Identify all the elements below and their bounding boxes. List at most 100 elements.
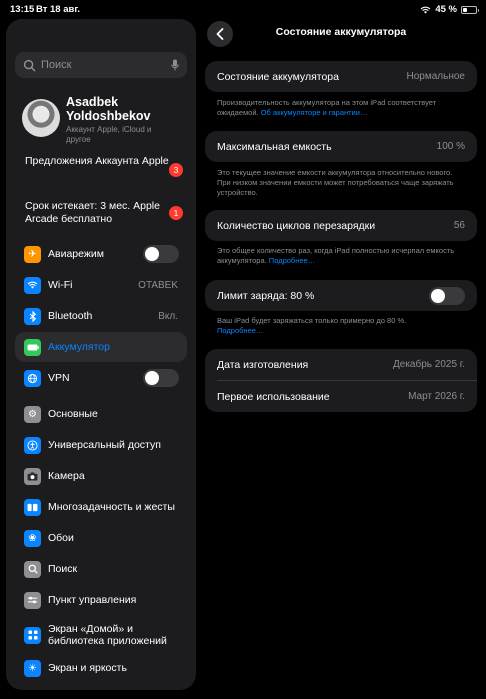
- sidebar-item-label: Универсальный доступ: [48, 439, 161, 451]
- sidebar-item-label: Пункт управления: [48, 594, 137, 606]
- gear-icon: ⚙: [24, 405, 41, 423]
- dates-card: Дата изготовления Декабрь 2025 г. Первое…: [205, 349, 477, 412]
- sidebar-item-home-screen[interactable]: Экран «Домой» и библиотека приложений: [15, 616, 187, 654]
- wifi-network-value: OTABEK: [138, 279, 178, 291]
- charge-limit-card: Лимит заряда: 80 %: [205, 280, 477, 311]
- status-date: Вт 18 авг.: [36, 4, 81, 15]
- wallpaper-icon: ❀: [24, 529, 41, 547]
- cycle-count-card: Количество циклов перезарядки 56: [205, 210, 477, 241]
- sidebar-item-control-center[interactable]: Пункт управления: [15, 585, 187, 615]
- search-icon: [23, 59, 36, 71]
- battery-detail-pane: Состояние аккумулятора Состояние аккумул…: [196, 18, 486, 699]
- battery-level-fill: [463, 7, 468, 12]
- sidebar-item-wallpaper[interactable]: ❀ Обои: [15, 523, 187, 553]
- accessibility-icon: [24, 436, 41, 454]
- footer-text: Это общее количество раз, когда iPad пол…: [217, 246, 455, 265]
- sidebar-item-label: Поиск: [48, 563, 78, 575]
- battery-health-label: Состояние аккумулятора: [217, 70, 339, 83]
- first-use-row: Первое использование Март 2026 г.: [205, 381, 477, 412]
- search-icon: [24, 560, 41, 578]
- charge-limit-row[interactable]: Лимит заряда: 80 %: [205, 280, 477, 311]
- battery-health-value: Нормальное: [406, 71, 465, 82]
- home-screen-icon: [24, 626, 41, 644]
- profile-card[interactable]: Asadbek Yoldoshbekov Аккаунт Apple, iClo…: [22, 95, 192, 147]
- bluetooth-icon: [24, 307, 41, 325]
- promo-badge: 3: [169, 163, 183, 177]
- search-placeholder: Поиск: [41, 59, 72, 71]
- manufacture-date-row: Дата изготовления Декабрь 2025 г.: [205, 349, 477, 380]
- sidebar-item-vpn[interactable]: VPN: [15, 363, 187, 393]
- vpn-toggle[interactable]: [143, 369, 179, 387]
- page-title: Состояние аккумулятора: [275, 26, 407, 38]
- airplane-toggle[interactable]: [143, 245, 179, 263]
- sidebar-item-battery[interactable]: Аккумулятор: [15, 332, 187, 362]
- microphone-icon[interactable]: [171, 59, 179, 71]
- promo-label: Предложения Аккаунта Apple: [25, 155, 169, 167]
- charge-limit-toggle[interactable]: [429, 286, 465, 305]
- sidebar-item-label: Многозадачность и жесты: [48, 501, 175, 513]
- sidebar-item-label: Авиарежим: [48, 248, 104, 260]
- max-capacity-card: Максимальная емкость 100 %: [205, 131, 477, 162]
- battery-percent: 45 %: [435, 4, 457, 15]
- sidebar-item-airplane[interactable]: ✈ Авиарежим: [15, 239, 187, 269]
- battery-health-card[interactable]: Состояние аккумулятора Нормальное: [205, 61, 477, 92]
- chevron-left-icon: [216, 28, 224, 40]
- toggle-knob: [145, 247, 159, 261]
- learn-more-link[interactable]: Подробнее…: [217, 326, 263, 335]
- battery-icon: [461, 5, 479, 14]
- first-use-label: Первое использование: [217, 390, 330, 403]
- battery-warranty-link[interactable]: Об аккумуляторе и гарантии…: [261, 108, 368, 117]
- wifi-icon: [420, 6, 431, 14]
- search-field[interactable]: Поиск: [15, 52, 187, 78]
- max-capacity-label: Максимальная емкость: [217, 140, 332, 153]
- back-button[interactable]: [207, 21, 233, 47]
- sidebar-item-general[interactable]: ⚙ Основные: [15, 399, 187, 429]
- max-capacity-row: Максимальная емкость 100 %: [205, 131, 477, 162]
- footer-text: Ваш iPad будет заряжаться только примерн…: [217, 316, 407, 325]
- toggle-knob: [431, 288, 445, 303]
- sidebar-item-label: Обои: [48, 532, 74, 544]
- camera-icon: [24, 467, 41, 485]
- sidebar-item-accessibility[interactable]: Универсальный доступ: [15, 430, 187, 460]
- promo-apple-account[interactable]: Предложения Аккаунта Apple: [25, 155, 185, 168]
- battery-health-footer: Производительность аккумулятора на этом …: [217, 98, 467, 118]
- vpn-icon: [24, 369, 41, 387]
- profile-name: Asadbek Yoldoshbekov: [66, 95, 151, 123]
- battery-icon: [24, 338, 41, 356]
- max-capacity-value: 100 %: [436, 141, 465, 152]
- battery-health-row[interactable]: Состояние аккумулятора Нормальное: [205, 61, 477, 92]
- sidebar-item-display[interactable]: ☀ Экран и яркость: [15, 653, 187, 683]
- charge-limit-footer: Ваш iPad будет заряжаться только примерн…: [217, 316, 467, 336]
- profile-subtitle: Аккаунт Apple, iCloud и другое: [66, 125, 152, 144]
- sidebar-item-bluetooth[interactable]: Bluetooth Вкл.: [15, 301, 187, 331]
- sidebar-item-wifi[interactable]: Wi-Fi OTABEK: [15, 270, 187, 300]
- sidebar-item-label: Wi-Fi: [48, 279, 73, 291]
- promo-apple-arcade[interactable]: Срок истекает: 3 мес. Apple Arcade беспл…: [25, 200, 185, 226]
- sidebar-item-multitasking[interactable]: Многозадачность и жесты: [15, 492, 187, 522]
- sidebar-item-label: Основные: [48, 408, 98, 420]
- sidebar-item-label: Аккумулятор: [48, 341, 110, 353]
- sidebar-item-camera[interactable]: Камера: [15, 461, 187, 491]
- sidebar-item-label: VPN: [48, 372, 70, 384]
- max-capacity-footer: Это текущее значение емкости аккумулятор…: [217, 168, 454, 197]
- cycle-count-label: Количество циклов перезарядки: [217, 219, 376, 232]
- learn-more-link[interactable]: Подробнее…: [269, 256, 315, 265]
- cycle-count-value: 56: [453, 220, 465, 231]
- sidebar-item-label: Экран «Домой» и библиотека приложений: [48, 623, 167, 647]
- promo-badge: 1: [169, 206, 183, 220]
- status-time: 13:15: [10, 4, 35, 15]
- brightness-icon: ☀: [24, 659, 41, 677]
- cycle-count-footer: Это общее количество раз, когда iPad пол…: [217, 246, 467, 266]
- sidebar-item-search[interactable]: Поиск: [15, 554, 187, 584]
- promo-label: Срок истекает: 3 мес. Apple Arcade беспл…: [25, 200, 160, 225]
- manufacture-date-value: Декабрь 2025 г.: [393, 359, 465, 370]
- bluetooth-value: Вкл.: [158, 310, 178, 322]
- sidebar-item-label: Камера: [48, 470, 85, 482]
- manufacture-date-label: Дата изготовления: [217, 358, 309, 371]
- wifi-icon: [24, 276, 41, 294]
- sidebar: Поиск Asadbek Yoldoshbekov Аккаунт Apple…: [6, 19, 196, 690]
- control-center-icon: [24, 591, 41, 609]
- status-right: 45 %: [420, 4, 479, 15]
- charge-limit-label: Лимит заряда: 80 %: [217, 289, 315, 302]
- avatar: [22, 99, 60, 137]
